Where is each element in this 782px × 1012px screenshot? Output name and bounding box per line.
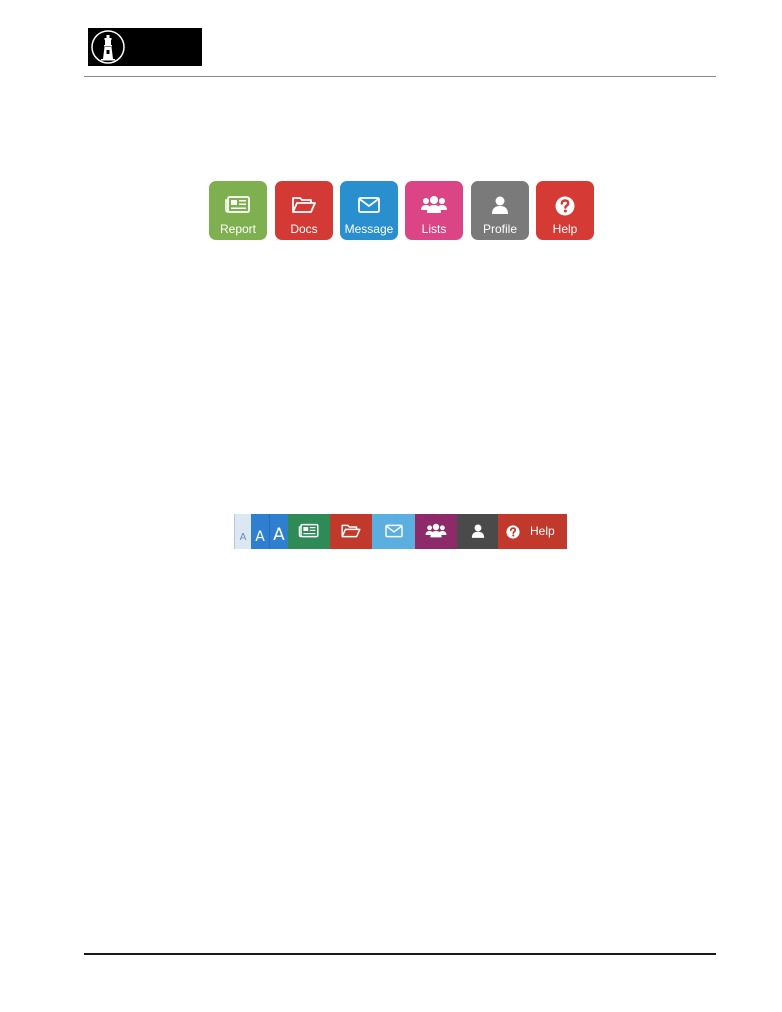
user-icon: [471, 524, 484, 538]
header-divider: [84, 76, 716, 77]
question-circle-icon: [506, 525, 520, 539]
lists-button[interactable]: [415, 514, 457, 549]
folder-open-icon: [292, 197, 316, 213]
envelope-icon: [384, 524, 403, 538]
lists-tile-button[interactable]: Lists: [405, 181, 463, 240]
report-tile-button[interactable]: Report: [209, 181, 267, 240]
help-button-label: Help: [530, 524, 555, 538]
message-tile-button[interactable]: Message: [340, 181, 398, 240]
font-size-large-label: A: [273, 525, 285, 545]
font-size-medium-label: A: [255, 529, 265, 545]
footer-divider: [84, 953, 716, 955]
help-tile-label: Help: [552, 222, 578, 236]
newspaper-icon: [225, 196, 250, 213]
report-tile-label: Report: [219, 222, 257, 236]
profile-tile-label: Profile: [482, 222, 517, 236]
font-size-small-button[interactable]: A: [234, 514, 251, 549]
envelope-icon: [358, 197, 380, 213]
report-button[interactable]: [288, 514, 330, 549]
help-tile-button[interactable]: Help: [536, 181, 594, 240]
user-icon: [492, 196, 508, 214]
folder-open-icon: [341, 524, 361, 538]
message-button[interactable]: [372, 514, 415, 549]
font-size-large-button[interactable]: A: [269, 514, 288, 549]
profile-tile-button[interactable]: Profile: [471, 181, 529, 240]
profile-button[interactable]: [457, 514, 498, 549]
lighthouse-icon: [91, 30, 125, 64]
users-icon: [425, 523, 447, 538]
logo: [88, 28, 202, 66]
newspaper-icon: [298, 523, 319, 538]
message-tile-label: Message: [344, 222, 394, 236]
docs-button[interactable]: [330, 514, 372, 549]
docs-tile-button[interactable]: Docs: [275, 181, 333, 240]
font-size-small-label: A: [239, 532, 247, 543]
question-circle-icon: [555, 196, 575, 216]
docs-tile-label: Docs: [290, 222, 318, 236]
font-size-medium-button[interactable]: A: [251, 514, 269, 549]
lists-tile-label: Lists: [421, 222, 447, 236]
compact-toolbar: A A A Help: [234, 514, 567, 549]
users-icon: [421, 196, 447, 213]
help-button[interactable]: Help: [498, 514, 567, 549]
